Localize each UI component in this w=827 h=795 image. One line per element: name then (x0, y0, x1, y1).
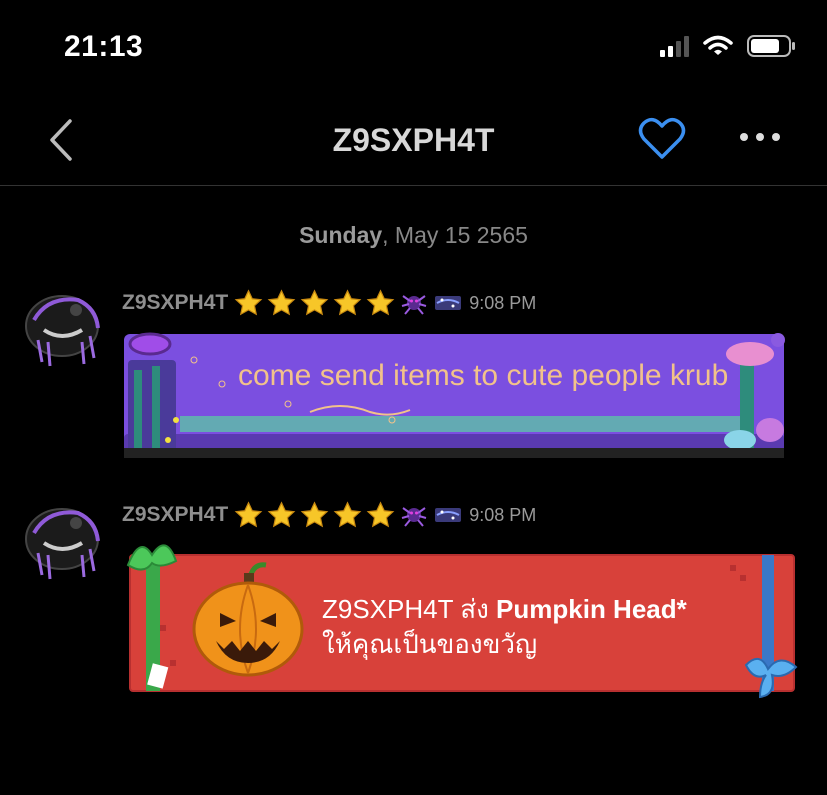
message-text: come send items to cute people krub (238, 359, 729, 392)
galaxy-badge-icon (435, 296, 462, 310)
star-icon (333, 500, 362, 527)
gift-sender: Z9SXPH4T ส่ง (322, 594, 497, 624)
star-icon (267, 500, 296, 527)
star-icon (333, 288, 362, 315)
chat-header: Z9SXPH4T (0, 95, 827, 186)
spider-badge-icon (401, 295, 427, 315)
date-rest: , May 15 2565 (382, 222, 528, 248)
spider-badge-icon (401, 507, 427, 527)
page-title: Z9SXPH4T (332, 122, 495, 158)
battery-icon (747, 35, 795, 57)
star-icon (300, 288, 329, 315)
signal-icon (660, 35, 689, 57)
star-icon (300, 500, 329, 527)
more-icon[interactable] (740, 133, 780, 141)
star-icon (366, 500, 395, 527)
star-icon (234, 500, 263, 527)
star-icon (234, 288, 263, 315)
wifi-icon (703, 35, 733, 55)
status-icons (660, 34, 797, 58)
heart-icon[interactable] (638, 115, 686, 161)
message-header: Z9SXPH4T 9:08 PM (122, 288, 536, 318)
gift-line-2: ให้คุณเป็นของขวัญ (322, 629, 538, 659)
message-time: 9:08 PM (469, 504, 537, 525)
sender-name[interactable]: Z9SXPH4T (122, 503, 228, 527)
date-separator: Sunday, May 15 2565 (0, 222, 827, 249)
date-day: Sunday (299, 222, 383, 248)
message-header: Z9SXPH4T 9:08 PM (122, 500, 536, 530)
status-time: 21:13 (64, 30, 144, 63)
avatar[interactable] (18, 290, 106, 370)
galaxy-badge-icon (435, 508, 462, 522)
sender-name[interactable]: Z9SXPH4T (122, 291, 228, 315)
star-icon (366, 288, 395, 315)
star-icon (267, 288, 296, 315)
avatar[interactable] (18, 503, 106, 583)
message-time: 9:08 PM (469, 292, 537, 313)
gift-item: Pumpkin Head* (496, 594, 687, 624)
